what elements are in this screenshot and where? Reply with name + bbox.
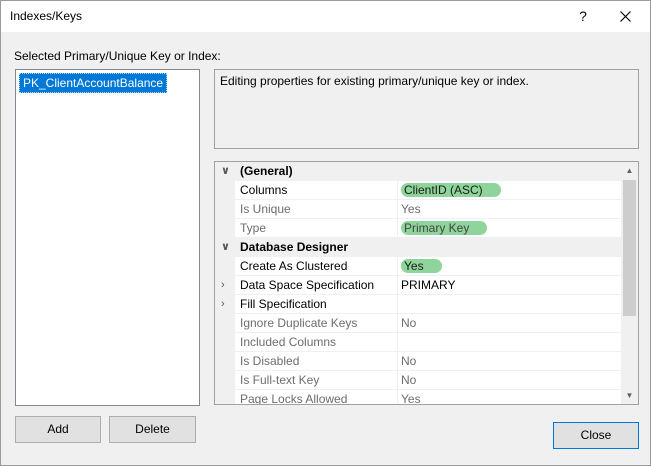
property-name: Fill Specification (240, 297, 327, 311)
property-name: Type (240, 221, 267, 235)
chevron-right-icon[interactable]: › (221, 295, 225, 314)
property-row-columns[interactable]: Columns ClientID (ASC) (215, 181, 621, 200)
property-name: Create As Clustered (240, 259, 348, 273)
property-row-create-as-clustered[interactable]: Create As Clustered Yes (215, 257, 621, 276)
property-row-included-columns[interactable]: Included Columns (215, 333, 621, 352)
add-button[interactable]: Add (15, 416, 101, 443)
property-value[interactable] (397, 295, 625, 314)
help-button[interactable]: ? (571, 3, 595, 29)
property-name: Included Columns (240, 335, 337, 349)
property-value: No (397, 352, 625, 371)
property-value[interactable]: ClientID (ASC) (401, 183, 501, 197)
title-bar: Indexes/Keys ? (1, 1, 650, 32)
category-database-designer[interactable]: ∨ Database Designer (215, 238, 621, 257)
window-title: Indexes/Keys (10, 9, 83, 23)
property-row-is-unique[interactable]: Is Unique Yes (215, 200, 621, 219)
property-row-type[interactable]: Type Primary Key (215, 219, 621, 238)
close-icon (620, 11, 631, 22)
scroll-up-icon[interactable]: ▲ (621, 162, 638, 179)
property-name: Data Space Specification (240, 278, 375, 292)
property-row-is-fulltext-key[interactable]: Is Full-text Key No (215, 371, 621, 390)
property-value[interactable]: Yes (401, 259, 442, 273)
property-row-fill-spec[interactable]: › Fill Specification (215, 295, 621, 314)
property-value[interactable]: PRIMARY (397, 276, 625, 295)
property-value: Yes (397, 200, 625, 219)
property-row-is-disabled[interactable]: Is Disabled No (215, 352, 621, 371)
description-text: Editing properties for existing primary/… (220, 74, 529, 88)
close-button[interactable]: Close (553, 422, 639, 449)
scrollbar-thumb[interactable] (623, 180, 636, 316)
close-window-button[interactable] (611, 3, 641, 29)
list-item-pk-clientaccountbalance[interactable]: PK_ClientAccountBalance (19, 73, 168, 93)
key-list[interactable]: PK_ClientAccountBalance (15, 69, 200, 406)
key-list-label: Selected Primary/Unique Key or Index: (14, 49, 221, 63)
scroll-down-icon[interactable]: ▼ (621, 387, 638, 404)
property-value: No (397, 371, 625, 390)
property-value: Yes (397, 390, 625, 404)
property-value: Primary Key (401, 221, 488, 235)
property-value: No (397, 314, 625, 333)
property-grid-scrollbar[interactable]: ▲ ▼ (621, 162, 638, 404)
indexes-keys-dialog: Indexes/Keys ? Selected Primary/Unique K… (0, 0, 651, 466)
property-name: Is Full-text Key (240, 373, 320, 387)
property-row-page-locks-allowed[interactable]: Page Locks Allowed Yes (215, 390, 621, 405)
description-box: Editing properties for existing primary/… (214, 69, 639, 149)
chevron-down-icon[interactable]: ∨ (221, 238, 230, 257)
category-general[interactable]: ∨ (General) (215, 162, 621, 181)
delete-button[interactable]: Delete (109, 416, 196, 443)
property-name: Ignore Duplicate Keys (240, 316, 358, 330)
property-name: Page Locks Allowed (240, 392, 348, 405)
property-name: Columns (240, 183, 288, 197)
property-row-data-space[interactable]: › Data Space Specification PRIMARY (215, 276, 621, 295)
chevron-down-icon[interactable]: ∨ (221, 162, 230, 181)
chevron-right-icon[interactable]: › (221, 276, 225, 295)
property-name: Is Unique (240, 202, 291, 216)
property-value (397, 333, 625, 352)
property-row-ignore-duplicate-keys[interactable]: Ignore Duplicate Keys No (215, 314, 621, 333)
property-grid[interactable]: ∨ (General) Columns ClientID (ASC) Is Un… (214, 161, 639, 405)
property-name: Is Disabled (240, 354, 300, 368)
